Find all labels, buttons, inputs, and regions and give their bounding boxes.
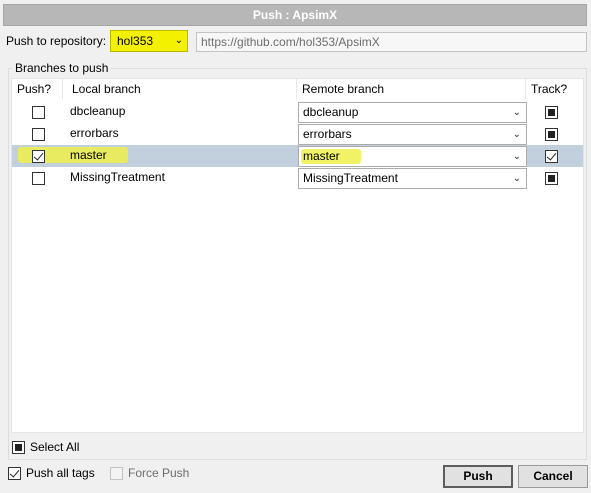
remote-branch-select[interactable]: errorbars ⌄ — [298, 124, 527, 145]
table-row[interactable]: master master ⌄ — [12, 145, 583, 167]
column-header-remote-branch[interactable]: Remote branch — [297, 79, 526, 99]
push-button[interactable]: Push — [443, 465, 513, 488]
remote-branch-select[interactable]: master ⌄ — [298, 146, 527, 167]
push-all-tags-label: Push all tags — [26, 466, 95, 480]
table-row[interactable]: dbcleanup dbcleanup ⌄ — [12, 101, 583, 123]
push-checkbox[interactable] — [32, 150, 45, 163]
remote-branch-select[interactable]: MissingTreatment ⌄ — [298, 168, 527, 189]
repository-url-field[interactable]: https://github.com/hol353/ApsimX — [196, 32, 587, 52]
track-checkbox[interactable] — [545, 128, 558, 141]
local-branch-name: master — [70, 148, 107, 162]
remote-branch-select[interactable]: dbcleanup ⌄ — [298, 102, 527, 123]
remote-branch-value: MissingTreatment — [303, 171, 398, 185]
track-checkbox[interactable] — [545, 150, 558, 163]
remote-branch-value: dbcleanup — [303, 105, 359, 119]
push-all-tags-box[interactable] — [8, 467, 21, 480]
push-checkbox[interactable] — [32, 128, 45, 141]
table-row[interactable]: errorbars errorbars ⌄ — [12, 123, 583, 145]
repository-value: hol353 — [117, 34, 154, 48]
local-branch-name: MissingTreatment — [70, 170, 165, 184]
branches-grid: Push? Local branch Remote branch Track? … — [11, 78, 584, 433]
local-branch-name: dbcleanup — [70, 104, 126, 118]
track-checkbox[interactable] — [545, 172, 558, 185]
chevron-down-icon: ⌄ — [174, 35, 183, 46]
track-checkbox[interactable] — [545, 106, 558, 119]
local-branch-name: errorbars — [70, 126, 119, 140]
force-push-box[interactable] — [110, 467, 123, 480]
chevron-down-icon: ⌄ — [512, 173, 521, 184]
chevron-down-icon: ⌄ — [512, 107, 521, 118]
force-push-label: Force Push — [128, 466, 190, 480]
remote-branch-value: master — [303, 149, 340, 163]
column-header-track[interactable]: Track? — [526, 79, 583, 99]
push-checkbox[interactable] — [32, 172, 45, 185]
chevron-down-icon: ⌄ — [512, 151, 521, 162]
repository-select[interactable]: hol353 ⌄ — [110, 30, 188, 52]
repository-label: Push to repository: — [6, 34, 107, 48]
window-title: Push : ApsimX — [3, 4, 587, 26]
remote-branch-value: errorbars — [303, 127, 352, 141]
select-all-label: Select All — [30, 440, 80, 454]
table-row[interactable]: MissingTreatment MissingTreatment ⌄ — [12, 167, 583, 189]
cancel-button[interactable]: Cancel — [518, 465, 588, 488]
branches-group-title: Branches to push — [12, 61, 112, 75]
push-checkbox[interactable] — [32, 106, 45, 119]
select-all-box[interactable] — [12, 441, 25, 454]
chevron-down-icon: ⌄ — [512, 129, 521, 140]
column-header-push[interactable]: Push? — [12, 79, 63, 99]
column-header-local-branch[interactable]: Local branch — [63, 79, 297, 99]
